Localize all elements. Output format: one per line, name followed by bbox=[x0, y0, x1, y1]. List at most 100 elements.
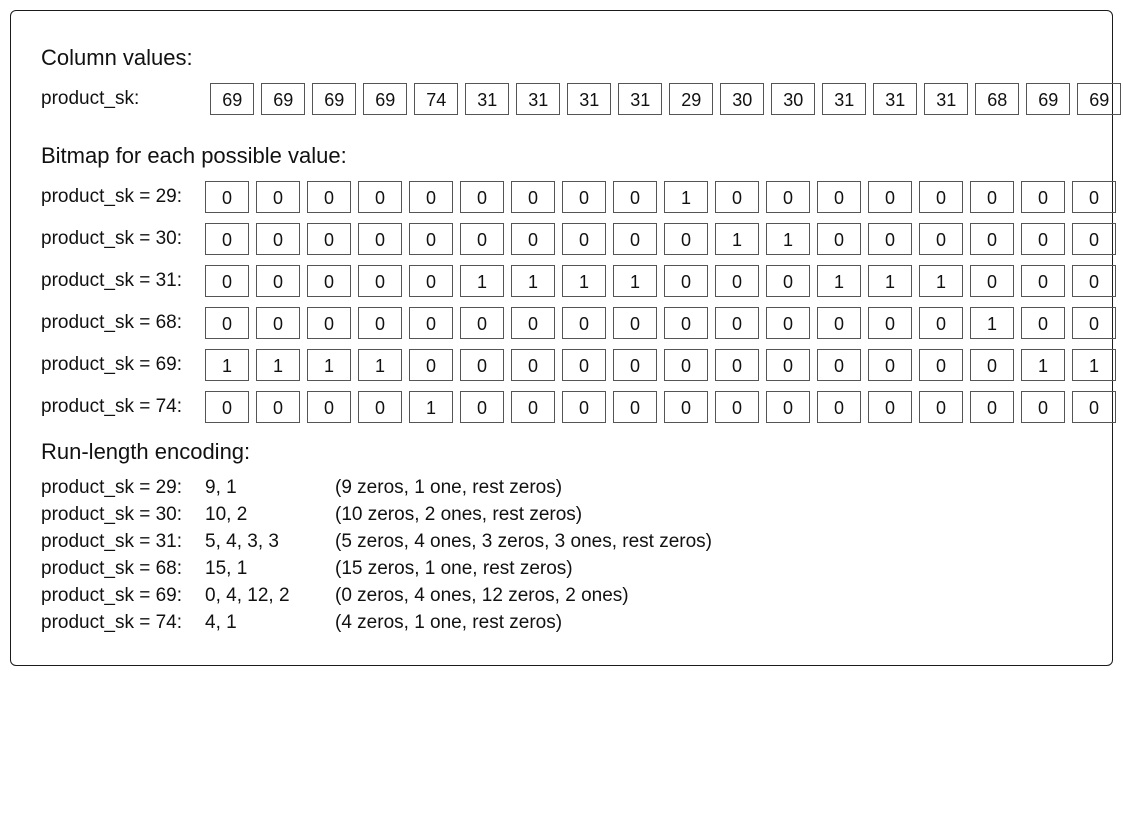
bitmap-cell: 1 bbox=[919, 265, 963, 297]
rle-row-label: product_sk = 74: bbox=[41, 612, 205, 634]
bitmap-cell: 0 bbox=[511, 349, 555, 381]
bitmap-cell: 0 bbox=[460, 181, 504, 213]
bitmap-row-label: product_sk = 31: bbox=[41, 270, 205, 292]
bitmap-cell: 0 bbox=[613, 391, 657, 423]
rle-code: 5, 4, 3, 3 bbox=[205, 531, 335, 553]
bitmap-row-label: product_sk = 30: bbox=[41, 228, 205, 250]
bitmap-cell: 0 bbox=[562, 181, 606, 213]
bitmap-cell: 0 bbox=[460, 223, 504, 255]
bitmap-cell: 0 bbox=[664, 391, 708, 423]
bitmap-cell: 0 bbox=[307, 307, 351, 339]
bitmap-cell: 0 bbox=[1072, 265, 1116, 297]
bitmap-cell: 1 bbox=[817, 265, 861, 297]
bitmap-cell: 0 bbox=[715, 181, 759, 213]
bitmap-row-label: product_sk = 29: bbox=[41, 186, 205, 208]
column-value-cell: 69 bbox=[261, 83, 305, 115]
rle-note: (10 zeros, 2 ones, rest zeros) bbox=[335, 504, 582, 526]
rle-row-label: product_sk = 30: bbox=[41, 504, 205, 526]
bitmap-cell: 0 bbox=[205, 307, 249, 339]
bitmap-cell: 0 bbox=[817, 181, 861, 213]
bitmap-cell: 0 bbox=[409, 181, 453, 213]
column-values-label: product_sk: bbox=[41, 88, 205, 110]
bitmap-cell: 0 bbox=[460, 307, 504, 339]
rle-row-label: product_sk = 29: bbox=[41, 477, 205, 499]
bitmap-cell: 0 bbox=[1072, 181, 1116, 213]
rle-row: product_sk = 30:10, 2(10 zeros, 2 ones, … bbox=[41, 504, 1082, 526]
bitmap-cell: 0 bbox=[358, 307, 402, 339]
rle-row-label: product_sk = 31: bbox=[41, 531, 205, 553]
bitmap-cell: 0 bbox=[766, 265, 810, 297]
section-title-rle: Run-length encoding: bbox=[41, 439, 1082, 465]
bitmap-cell: 1 bbox=[715, 223, 759, 255]
column-value-cell: 31 bbox=[618, 83, 662, 115]
bitmap-cell: 1 bbox=[1021, 349, 1065, 381]
bitmap-cell: 0 bbox=[1021, 307, 1065, 339]
bitmap-cell: 0 bbox=[970, 391, 1014, 423]
bitmap-cell: 0 bbox=[562, 391, 606, 423]
column-value-cell: 69 bbox=[363, 83, 407, 115]
rle-row: product_sk = 68:15, 1(15 zeros, 1 one, r… bbox=[41, 558, 1082, 580]
column-value-cell: 31 bbox=[873, 83, 917, 115]
section-title-column-values: Column values: bbox=[41, 45, 1082, 71]
bitmap-cell: 1 bbox=[868, 265, 912, 297]
rle-note: (5 zeros, 4 ones, 3 zeros, 3 ones, rest … bbox=[335, 531, 712, 553]
bitmap-cell: 0 bbox=[664, 265, 708, 297]
bitmap-cell: 0 bbox=[613, 181, 657, 213]
bitmap-cell: 0 bbox=[817, 223, 861, 255]
column-value-cell: 69 bbox=[312, 83, 356, 115]
rle-note: (0 zeros, 4 ones, 12 zeros, 2 ones) bbox=[335, 585, 629, 607]
diagram-frame: Column values: product_sk: 6969696974313… bbox=[10, 10, 1113, 666]
bitmap-cell: 0 bbox=[970, 223, 1014, 255]
column-value-cell: 31 bbox=[924, 83, 968, 115]
bitmap-cells: 000000000100000000 bbox=[205, 181, 1123, 213]
bitmap-cell: 0 bbox=[358, 265, 402, 297]
rle-row: product_sk = 69:0, 4, 12, 2(0 zeros, 4 o… bbox=[41, 585, 1082, 607]
bitmap-cell: 0 bbox=[409, 349, 453, 381]
rle-code: 9, 1 bbox=[205, 477, 335, 499]
column-value-cell: 31 bbox=[516, 83, 560, 115]
bitmap-cell: 0 bbox=[562, 223, 606, 255]
column-value-cell: 69 bbox=[1077, 83, 1121, 115]
bitmap-cell: 0 bbox=[919, 391, 963, 423]
bitmap-cell: 0 bbox=[460, 391, 504, 423]
bitmap-cell: 0 bbox=[307, 223, 351, 255]
bitmap-cell: 0 bbox=[1021, 265, 1065, 297]
rle-row: product_sk = 31:5, 4, 3, 3(5 zeros, 4 on… bbox=[41, 531, 1082, 553]
bitmap-cell: 0 bbox=[205, 181, 249, 213]
rle-code: 15, 1 bbox=[205, 558, 335, 580]
column-value-cell: 69 bbox=[1026, 83, 1070, 115]
bitmap-cell: 0 bbox=[358, 223, 402, 255]
bitmap-cell: 0 bbox=[613, 307, 657, 339]
bitmap-row: product_sk = 30:000000000011000000 bbox=[41, 223, 1082, 255]
bitmap-cell: 0 bbox=[562, 349, 606, 381]
rle-row-label: product_sk = 68: bbox=[41, 558, 205, 580]
bitmap-row: product_sk = 74:000010000000000000 bbox=[41, 391, 1082, 423]
bitmap-cell: 0 bbox=[256, 223, 300, 255]
bitmap-cell: 0 bbox=[817, 307, 861, 339]
bitmap-cells: 111100000000000011 bbox=[205, 349, 1123, 381]
column-value-cell: 31 bbox=[822, 83, 866, 115]
bitmap-cell: 0 bbox=[613, 349, 657, 381]
bitmap-cell: 0 bbox=[511, 307, 555, 339]
rle-code: 4, 1 bbox=[205, 612, 335, 634]
column-values-cells: 696969697431313131293030313131686969 bbox=[210, 83, 1123, 115]
rle-row: product_sk = 74:4, 1(4 zeros, 1 one, res… bbox=[41, 612, 1082, 634]
bitmap-cell: 0 bbox=[868, 223, 912, 255]
column-values-row: product_sk: 6969696974313131312930303131… bbox=[41, 83, 1082, 115]
bitmap-cell: 0 bbox=[460, 349, 504, 381]
bitmap-cell: 0 bbox=[766, 181, 810, 213]
bitmap-cell: 0 bbox=[715, 349, 759, 381]
bitmap-cell: 0 bbox=[1021, 223, 1065, 255]
bitmap-cell: 0 bbox=[1072, 391, 1116, 423]
bitmap-cell: 1 bbox=[511, 265, 555, 297]
bitmap-cell: 0 bbox=[205, 391, 249, 423]
bitmap-rows: product_sk = 29:000000000100000000produc… bbox=[41, 181, 1082, 423]
column-value-cell: 29 bbox=[669, 83, 713, 115]
bitmap-cell: 0 bbox=[256, 265, 300, 297]
bitmap-cell: 0 bbox=[562, 307, 606, 339]
bitmap-cell: 0 bbox=[307, 265, 351, 297]
bitmap-cell: 0 bbox=[256, 391, 300, 423]
bitmap-cell: 1 bbox=[664, 181, 708, 213]
bitmap-cell: 1 bbox=[613, 265, 657, 297]
bitmap-cell: 1 bbox=[1072, 349, 1116, 381]
